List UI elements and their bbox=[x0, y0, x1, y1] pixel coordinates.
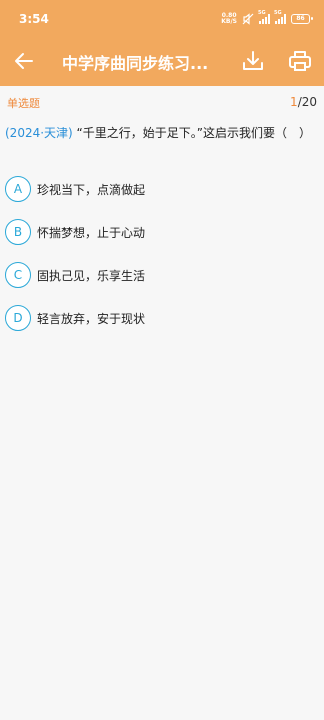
app-header: 3:54 0.80 KB/S 5G 5G 86 中学序曲同步练习... bbox=[0, 0, 324, 86]
signal-sim2-icon: 5G bbox=[274, 10, 286, 24]
question-source: (2024·天津) bbox=[5, 126, 73, 140]
question-text: “千里之行，始于足下。”这启示我们要（ ） bbox=[72, 126, 311, 140]
page-title: 中学序曲同步练习... bbox=[62, 54, 209, 73]
status-bar: 3:54 0.80 KB/S 5G 5G 86 bbox=[0, 0, 324, 36]
option-letter[interactable]: D bbox=[5, 305, 31, 331]
network-speed: 0.80 KB/S bbox=[221, 12, 237, 25]
battery-icon: 86 bbox=[291, 14, 313, 24]
question-stem: (2024·天津) “千里之行，始于足下。”这启示我们要（ ） bbox=[5, 123, 317, 143]
question-progress: 1/20 bbox=[290, 95, 317, 109]
download-icon[interactable] bbox=[240, 48, 266, 74]
mute-icon bbox=[242, 13, 254, 25]
status-time: 3:54 bbox=[19, 12, 49, 26]
option-text[interactable]: 固执己见，乐享生活 bbox=[37, 267, 145, 284]
option-c[interactable]: C 固执己见，乐享生活 bbox=[5, 261, 317, 289]
current-question-number: 1 bbox=[290, 95, 298, 109]
toolbar: 中学序曲同步练习... bbox=[0, 40, 324, 82]
answer-options: A 珍视当下，点滴做起 B 怀揣梦想，止于心动 C 固执己见，乐享生活 D 轻言… bbox=[5, 175, 317, 347]
back-arrow-icon[interactable] bbox=[12, 49, 36, 73]
question-meta-row: 单选题 1/20 bbox=[0, 92, 324, 112]
option-letter[interactable]: A bbox=[5, 176, 31, 202]
signal-sim1-icon: 5G bbox=[258, 10, 270, 24]
option-b[interactable]: B 怀揣梦想，止于心动 bbox=[5, 218, 317, 246]
option-text[interactable]: 怀揣梦想，止于心动 bbox=[37, 224, 145, 241]
option-d[interactable]: D 轻言放弃，安于现状 bbox=[5, 304, 317, 332]
question-type-label: 单选题 bbox=[7, 97, 40, 110]
option-text[interactable]: 珍视当下，点滴做起 bbox=[37, 181, 145, 198]
printer-icon[interactable] bbox=[287, 48, 313, 74]
option-letter[interactable]: B bbox=[5, 219, 31, 245]
status-icons: 0.80 KB/S 5G 5G 86 bbox=[221, 10, 313, 25]
option-a[interactable]: A 珍视当下，点滴做起 bbox=[5, 175, 317, 203]
option-letter[interactable]: C bbox=[5, 262, 31, 288]
option-text[interactable]: 轻言放弃，安于现状 bbox=[37, 310, 145, 327]
total-questions: /20 bbox=[297, 95, 317, 109]
